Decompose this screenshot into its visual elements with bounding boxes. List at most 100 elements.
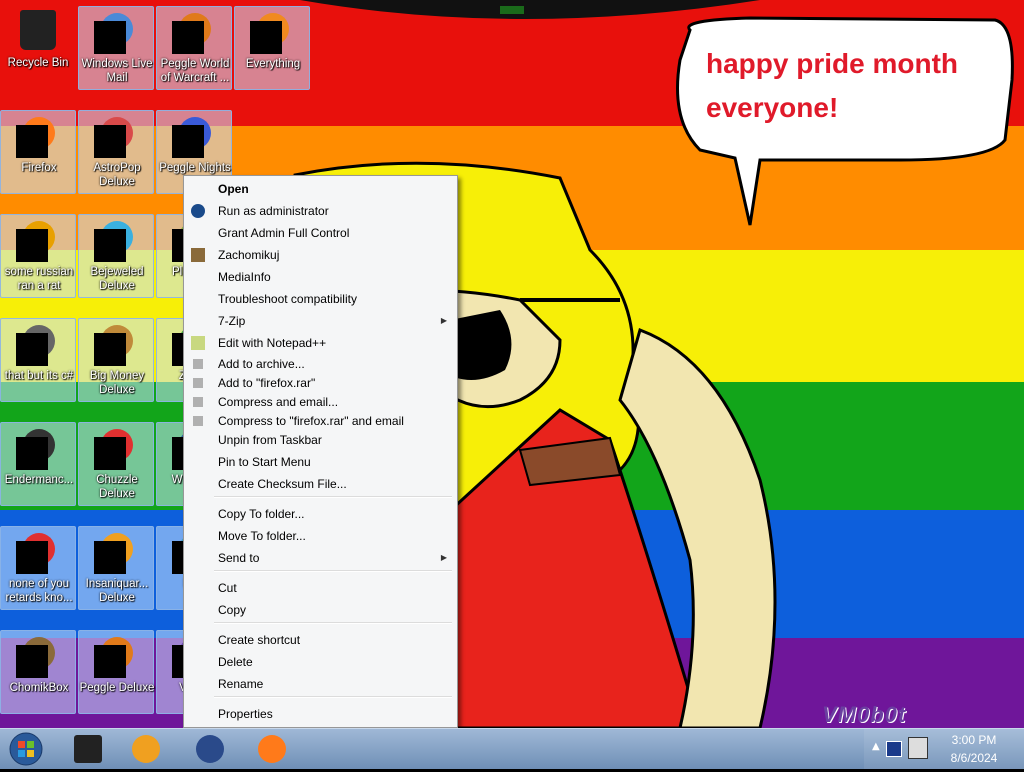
menu-item[interactable]: Pin to Start Menu bbox=[184, 452, 457, 472]
desktop-icon[interactable]: Firefox bbox=[0, 110, 76, 194]
hamster-icon bbox=[191, 248, 205, 262]
desktop-icon[interactable]: that but its c# bbox=[0, 318, 76, 402]
action-center-icon[interactable] bbox=[908, 737, 928, 759]
menu-item[interactable]: Zachomikuj bbox=[184, 245, 457, 265]
menu-item-label: Add to "firefox.rar" bbox=[218, 376, 316, 390]
desktop-icon[interactable]: some russian ran a rat bbox=[0, 214, 76, 298]
redaction-box bbox=[94, 645, 126, 678]
media-player-icon bbox=[132, 735, 160, 763]
desktop-icon[interactable]: Big Money Deluxe bbox=[78, 318, 154, 402]
desktop-icon-label: Recycle Bin bbox=[7, 57, 69, 69]
clock-date[interactable]: 8/6/2024 bbox=[944, 751, 1004, 765]
clock-time[interactable]: 3:00 PM bbox=[948, 733, 1000, 747]
taskbar-firefox[interactable] bbox=[248, 731, 298, 767]
desktop-icon[interactable]: Recycle Bin bbox=[0, 6, 76, 90]
menu-item[interactable]: Edit with Notepad++ bbox=[184, 333, 457, 353]
desktop-icon[interactable]: Windows Live Mail bbox=[78, 6, 154, 90]
menu-item[interactable]: Compress to "firefox.rar" and email bbox=[184, 411, 457, 431]
taskbar-app[interactable] bbox=[186, 731, 236, 767]
start-button[interactable] bbox=[4, 730, 48, 768]
desktop-icon[interactable]: Peggle World of Warcraft ... bbox=[156, 6, 232, 90]
redaction-box bbox=[16, 229, 48, 262]
menu-item-label: Grant Admin Full Control bbox=[218, 226, 350, 240]
menu-item-label: Edit with Notepad++ bbox=[218, 336, 327, 350]
desktop[interactable]: happy pride month everyone! VM0b0t Recyc… bbox=[0, 0, 1024, 728]
redaction-box bbox=[94, 21, 126, 54]
menu-item[interactable]: 7-Zip ▶ bbox=[184, 311, 457, 331]
desktop-icon-label: AstroPop Deluxe bbox=[93, 162, 141, 188]
menu-item[interactable]: Copy bbox=[184, 600, 457, 620]
menu-item[interactable]: Send to ▶ bbox=[184, 548, 457, 568]
desktop-icon-label: none of you retards kno... bbox=[5, 578, 73, 604]
menu-item-label: Delete bbox=[218, 655, 253, 669]
desktop-icon-label: Peggle Deluxe bbox=[79, 682, 155, 694]
desktop-icon[interactable]: ChomikBox bbox=[0, 630, 76, 714]
taskbar-terminal[interactable] bbox=[64, 731, 114, 767]
redaction-box bbox=[16, 541, 48, 574]
taskbar-media-player[interactable] bbox=[122, 731, 172, 767]
archive-icon bbox=[193, 416, 203, 426]
menu-item-label: Zachomikuj bbox=[218, 248, 280, 262]
redaction-box bbox=[94, 125, 126, 158]
app-icon bbox=[196, 735, 224, 763]
desktop-icon[interactable]: Endermanc... bbox=[0, 422, 76, 506]
desktop-icon-label: Firefox bbox=[21, 162, 57, 174]
menu-item-label: Send to bbox=[218, 551, 260, 565]
desktop-icon-label: Chuzzle Deluxe bbox=[96, 474, 138, 500]
menu-item[interactable]: Copy To folder... bbox=[184, 504, 457, 524]
menu-item[interactable]: Move To folder... bbox=[184, 526, 457, 546]
desktop-icon-label: some russian ran a rat bbox=[4, 266, 74, 292]
redaction-box bbox=[94, 541, 126, 574]
menu-item[interactable]: Open bbox=[184, 179, 457, 199]
desktop-icon[interactable]: Insaniquar... Deluxe bbox=[78, 526, 154, 610]
menu-item-label: Copy bbox=[218, 603, 247, 617]
menu-item[interactable]: Properties bbox=[184, 704, 457, 724]
menu-separator bbox=[214, 496, 452, 498]
menu-item[interactable]: Delete bbox=[184, 652, 457, 672]
desktop-icon[interactable]: Chuzzle Deluxe bbox=[78, 422, 154, 506]
menu-item-label: Move To folder... bbox=[218, 529, 306, 543]
show-hidden-icons-icon[interactable]: ▲ bbox=[872, 741, 880, 752]
redaction-box bbox=[250, 21, 282, 54]
taskbar: ▲ 3:00 PM 8/6/2024 bbox=[0, 728, 1024, 769]
menu-item[interactable]: Compress and email... bbox=[184, 392, 457, 412]
menu-item-label: Create Checksum File... bbox=[218, 477, 347, 491]
desktop-icon[interactable]: Everything bbox=[234, 6, 310, 90]
menu-item[interactable]: Run as administrator bbox=[184, 201, 457, 221]
menu-item-label: Cut bbox=[218, 581, 237, 595]
speech-bubble-line-2: everyone! bbox=[706, 92, 839, 123]
menu-item[interactable]: Cut bbox=[184, 578, 457, 598]
menu-separator bbox=[214, 570, 452, 572]
menu-item[interactable]: Add to "firefox.rar" bbox=[184, 373, 457, 393]
redaction-box bbox=[94, 229, 126, 262]
speech-bubble-text: happy pride month everyone! bbox=[706, 42, 1006, 130]
menu-item[interactable]: MediaInfo bbox=[184, 267, 457, 287]
menu-item[interactable]: Create shortcut bbox=[184, 630, 457, 650]
desktop-icon[interactable]: Bejeweled Deluxe bbox=[78, 214, 154, 298]
menu-item-label: Open bbox=[218, 182, 249, 196]
menu-item[interactable]: Add to archive... bbox=[184, 354, 457, 374]
menu-item[interactable]: Troubleshoot compatibility bbox=[184, 289, 457, 309]
desktop-icon[interactable]: Peggle Deluxe bbox=[78, 630, 154, 714]
network-icon[interactable] bbox=[886, 741, 902, 757]
submenu-arrow-icon: ▶ bbox=[440, 553, 447, 562]
context-menu: Open Run as administrator Grant Admin Full… bbox=[183, 175, 458, 728]
menu-item[interactable]: Grant Admin Full Control bbox=[184, 223, 457, 243]
redaction-box bbox=[94, 437, 126, 470]
desktop-icon-label: Everything bbox=[245, 58, 301, 70]
desktop-icon-label: Peggle World of Warcraft ... bbox=[160, 58, 230, 84]
desktop-icon[interactable]: none of you retards kno... bbox=[0, 526, 76, 610]
menu-item[interactable]: Rename bbox=[184, 674, 457, 694]
menu-separator bbox=[214, 622, 452, 624]
terminal-icon bbox=[74, 735, 102, 763]
redaction-box bbox=[16, 645, 48, 678]
submenu-arrow-icon: ▶ bbox=[440, 316, 447, 325]
desktop-icon[interactable]: AstroPop Deluxe bbox=[78, 110, 154, 194]
desktop-icon-label: Endermanc... bbox=[4, 474, 74, 486]
firefox-icon bbox=[258, 735, 286, 763]
menu-item[interactable]: Unpin from Taskbar bbox=[184, 430, 457, 450]
menu-item-label: Run as administrator bbox=[218, 204, 329, 218]
menu-item[interactable]: Create Checksum File... bbox=[184, 474, 457, 494]
desktop-icon-label: that but its c# bbox=[4, 370, 74, 382]
menu-item-label: Add to archive... bbox=[218, 357, 305, 371]
